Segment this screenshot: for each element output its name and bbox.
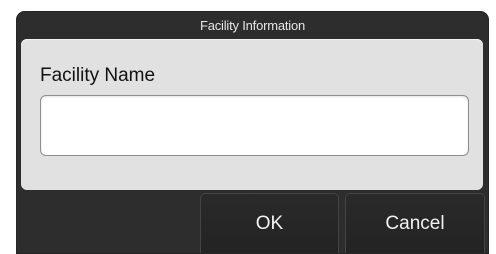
facility-name-input[interactable] <box>40 95 469 156</box>
facility-name-label: Facility Name <box>40 65 156 86</box>
content-panel: Facility Name <box>21 39 483 190</box>
facility-information-dialog: Facility Information Facility Name OK Ca… <box>16 11 489 254</box>
cancel-button[interactable]: Cancel <box>345 193 485 253</box>
ok-button[interactable]: OK <box>200 193 339 253</box>
dialog-title: Facility Information <box>199 17 306 33</box>
